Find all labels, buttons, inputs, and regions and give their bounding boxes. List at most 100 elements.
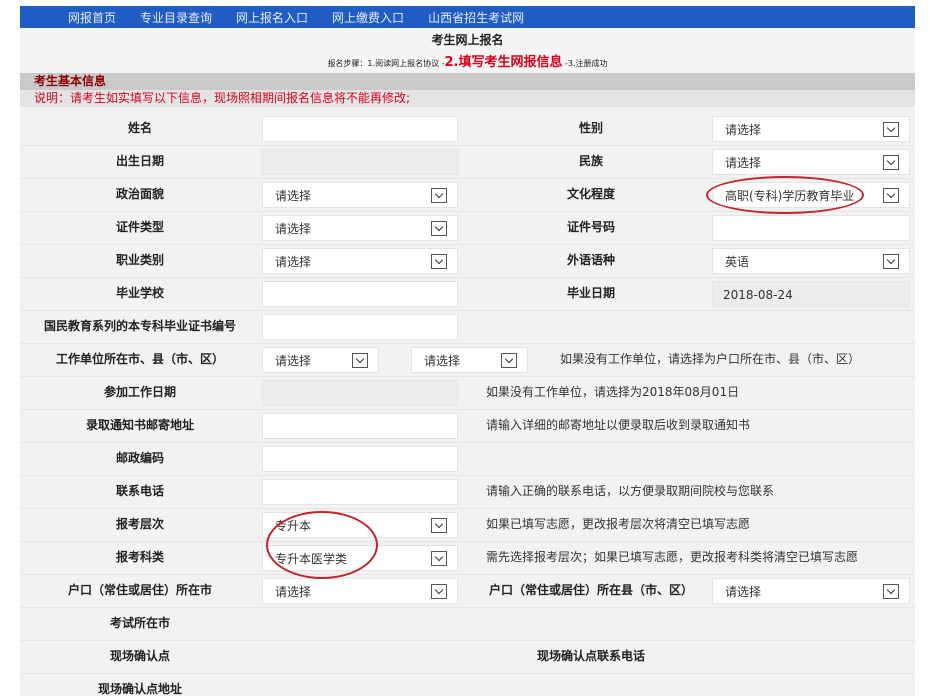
address-hint: 请输入详细的邮寄地址以便录取后收到录取通知书 — [486, 418, 751, 432]
postcode-input[interactable] — [262, 446, 458, 472]
political-value: 请选择 — [275, 189, 312, 203]
school-label: 毕业学校 — [115, 286, 164, 300]
row-phone: 联系电话 请输入正确的联系电话，以方便录取期间院校与您联系 — [20, 475, 915, 509]
registration-page: 网报首页 专业目录查询 网上报名入口 网上缴费入口 山西省招生考试网 考生网上报… — [20, 6, 915, 696]
annotation-circle-level-subject — [266, 511, 378, 579]
chevron-down-icon[interactable] — [883, 254, 899, 269]
chevron-down-icon[interactable] — [431, 584, 447, 599]
chevron-down-icon[interactable] — [352, 353, 368, 368]
gender-select[interactable]: 请选择 — [712, 116, 910, 142]
gender-value: 请选择 — [725, 123, 762, 137]
level-hint: 如果已填写志愿，更改报考层次将清空已填写志愿 — [486, 517, 751, 531]
job-label: 职业类别 — [115, 253, 164, 267]
hukou-county-label: 户口（常住或居住）所在县（市、区） — [488, 583, 693, 597]
workplace-hint: 如果没有工作单位，请选择为户口所在市、县（市、区） — [560, 352, 861, 366]
step-current: 2.填写考生网报信息 — [444, 55, 563, 70]
row-address: 录取通知书邮寄地址 请输入详细的邮寄地址以便录取后收到录取通知书 — [20, 409, 915, 443]
chevron-down-icon[interactable] — [883, 188, 899, 203]
name-label: 姓名 — [127, 121, 152, 135]
lang-value: 英语 — [725, 255, 750, 269]
row-site-addr: 现场确认点地址 — [20, 673, 915, 696]
address-label: 录取通知书邮寄地址 — [85, 418, 194, 432]
notice-text: 说明：请考生如实填写以下信息，现场照相期间报名信息将不能再修改; — [20, 90, 915, 107]
job-select[interactable]: 请选择 — [262, 248, 458, 274]
step-indicator: 报名步骤：1.阅读网上报名协议 -2.填写考生网报信息 -3.注册成功 — [20, 52, 915, 73]
subject-hint: 需先选择报考层次；如果已填写志愿，更改报考科类将清空已填写志愿 — [486, 550, 859, 564]
site-label: 现场确认点 — [109, 649, 170, 663]
chevron-down-icon[interactable] — [431, 221, 447, 236]
phone-label: 联系电话 — [115, 484, 164, 498]
page-title: 考生网上报名 — [20, 28, 915, 52]
row-subject: 报考科类 专升本医学类 需先选择报考层次；如果已填写志愿，更改报考科类将清空已填… — [20, 541, 915, 575]
ethnic-select[interactable]: 请选择 — [712, 149, 910, 175]
certno-input[interactable] — [262, 314, 458, 340]
hukou-city-select[interactable]: 请选择 — [262, 578, 458, 604]
exam-city-label: 考试所在市 — [109, 616, 170, 630]
political-select[interactable]: 请选择 — [262, 182, 458, 208]
step-suffix: -3.注册成功 — [562, 59, 608, 68]
job-value: 请选择 — [275, 255, 312, 269]
graddate-input[interactable]: 2018-08-24 — [712, 281, 910, 307]
graddate-label: 毕业日期 — [566, 286, 615, 300]
row-workdate: 参加工作日期 如果没有工作单位，请选择为2018年08月01日 — [20, 376, 915, 410]
workplace-county-select[interactable]: 请选择 — [411, 347, 528, 373]
ethnic-label: 民族 — [578, 154, 603, 168]
top-nav: 网报首页 专业目录查询 网上报名入口 网上缴费入口 山西省招生考试网 — [20, 6, 915, 28]
address-input[interactable] — [262, 413, 458, 439]
step-prefix: 报名步骤：1.阅读网上报名协议 - — [327, 59, 445, 68]
row-exam-city: 考试所在市 — [20, 607, 915, 641]
idtype-select[interactable]: 请选择 — [262, 215, 458, 241]
workplace-city-value: 请选择 — [275, 354, 312, 368]
section-title: 考生基本信息 — [20, 73, 915, 90]
chevron-down-icon[interactable] — [883, 122, 899, 137]
nav-register[interactable]: 网上报名入口 — [236, 9, 308, 26]
hukou-county-select[interactable]: 请选择 — [712, 578, 910, 604]
school-input[interactable] — [262, 281, 458, 307]
nav-exam-site[interactable]: 山西省招生考试网 — [428, 9, 524, 26]
idtype-value: 请选择 — [275, 222, 312, 236]
chevron-down-icon[interactable] — [501, 353, 517, 368]
name-input[interactable] — [262, 116, 458, 142]
subject-label: 报考科类 — [115, 550, 164, 564]
hukou-county-value: 请选择 — [725, 585, 762, 599]
site-phone-label: 现场确认点联系电话 — [536, 649, 645, 663]
level-label: 报考层次 — [115, 517, 164, 531]
chevron-down-icon[interactable] — [431, 254, 447, 269]
graddate-value: 2018-08-24 — [723, 288, 793, 302]
phone-hint: 请输入正确的联系电话，以方便录取期间院校与您联系 — [486, 484, 775, 498]
site-addr-label: 现场确认点地址 — [97, 682, 182, 696]
lang-select[interactable]: 英语 — [712, 248, 910, 274]
postcode-label: 邮政编码 — [115, 451, 164, 465]
idnum-input[interactable] — [712, 215, 910, 241]
row-idtype-idnum: 证件类型 请选择 证件号码 — [20, 211, 915, 245]
phone-input[interactable] — [262, 479, 458, 505]
idtype-label: 证件类型 — [115, 220, 164, 234]
chevron-down-icon[interactable] — [431, 551, 447, 566]
hukou-city-label: 户口（常住或居住）所在市 — [67, 583, 212, 597]
political-label: 政治面貌 — [115, 187, 164, 201]
idnum-label: 证件号码 — [566, 220, 615, 234]
row-workplace: 工作单位所在市、县（市、区） 请选择 请选择 如果没有工作单位，请选择为户口所在… — [20, 343, 915, 377]
workplace-label: 工作单位所在市、县（市、区） — [55, 352, 224, 366]
row-site: 现场确认点 现场确认点联系电话 — [20, 640, 915, 674]
chevron-down-icon[interactable] — [431, 518, 447, 533]
ethnic-value: 请选择 — [725, 156, 762, 170]
nav-home[interactable]: 网报首页 — [68, 9, 116, 26]
education-label: 文化程度 — [566, 187, 615, 201]
nav-major-catalog[interactable]: 专业目录查询 — [140, 9, 212, 26]
workdate-input[interactable] — [262, 380, 458, 406]
lang-label: 外语语种 — [566, 253, 615, 267]
nav-payment[interactable]: 网上缴费入口 — [332, 9, 404, 26]
row-school-graddate: 毕业学校 毕业日期 2018-08-24 — [20, 277, 915, 311]
chevron-down-icon[interactable] — [883, 155, 899, 170]
certno-label: 国民教育系列的本专科毕业证书编号 — [43, 319, 236, 333]
chevron-down-icon[interactable] — [883, 584, 899, 599]
birth-input[interactable] — [262, 149, 458, 175]
row-birth-ethnic: 出生日期 民族 请选择 — [20, 145, 915, 179]
row-name-gender: 姓名 性别 请选择 — [20, 112, 915, 146]
row-level: 报考层次 专升本 如果已填写志愿，更改报考层次将清空已填写志愿 — [20, 508, 915, 542]
workplace-city-select[interactable]: 请选择 — [262, 347, 379, 373]
chevron-down-icon[interactable] — [431, 188, 447, 203]
row-certno: 国民教育系列的本专科毕业证书编号 — [20, 310, 915, 344]
gender-label: 性别 — [578, 121, 603, 135]
